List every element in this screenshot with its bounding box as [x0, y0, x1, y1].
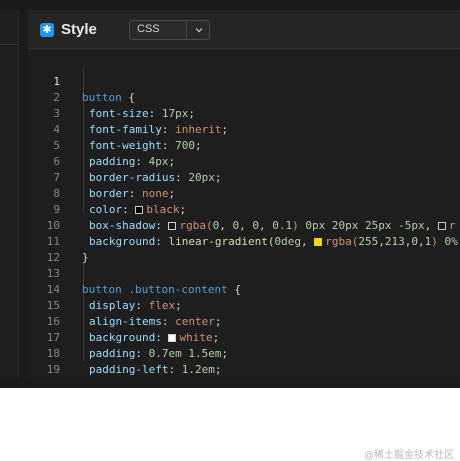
- code-line: 15 align-items: center;: [28, 282, 460, 328]
- code-line: 18 padding-left: 1.2em;: [28, 330, 460, 376]
- code-line: 20 }: [28, 362, 460, 378]
- code-line: 11 }: [28, 218, 460, 264]
- code-line: 2 font-size: 17px;: [28, 74, 460, 120]
- panel-title: Style: [61, 21, 97, 38]
- code-line: 17 padding: 0.7em 1.5em;: [28, 314, 460, 360]
- code-line: 4 font-weight: 700;: [28, 106, 460, 152]
- code-line: 9 box-shadow: rgba(0, 0, 0, 0.1) 0px 20p…: [28, 186, 460, 232]
- code-line: 10 background: linear-gradient(0deg, rgb…: [28, 202, 460, 248]
- chevron-down-icon: [195, 28, 203, 33]
- style-panel: ✱ Style CSS 1 button { 2 font-size: 17px…: [28, 10, 460, 378]
- code-line: 1 button {: [28, 58, 460, 104]
- code-line: 5 padding: 4px;: [28, 122, 460, 168]
- code-line: 7 border: none;: [28, 154, 460, 200]
- select-divider: [186, 21, 187, 39]
- code-line: 3 font-family: inherit;: [28, 90, 460, 136]
- language-select-value: CSS: [137, 23, 160, 35]
- code-line: 12: [28, 234, 460, 264]
- code-line: 19 border-radius: 16px;: [28, 346, 460, 376]
- asterisk-icon: ✱: [40, 23, 54, 37]
- code-line: 6 border-radius: 20px;: [28, 138, 460, 184]
- left-panel: [0, 10, 19, 378]
- code-line: 14 display: flex;: [28, 266, 460, 312]
- code-editor[interactable]: 1 button { 2 font-size: 17px; 3 font-fam…: [28, 48, 460, 378]
- left-panel-header: [0, 10, 18, 45]
- panel-header: ✱ Style CSS: [28, 10, 460, 49]
- code-line: 13 button .button-content {: [28, 250, 460, 296]
- editor-window: ✱ Style CSS 1 button { 2 font-size: 17px…: [0, 0, 460, 388]
- watermark: @稀土掘金技术社区: [364, 450, 454, 461]
- code-line: 8 color: black;: [28, 170, 460, 216]
- code-line: 16 background: white;: [28, 298, 460, 344]
- language-select[interactable]: CSS: [129, 20, 210, 40]
